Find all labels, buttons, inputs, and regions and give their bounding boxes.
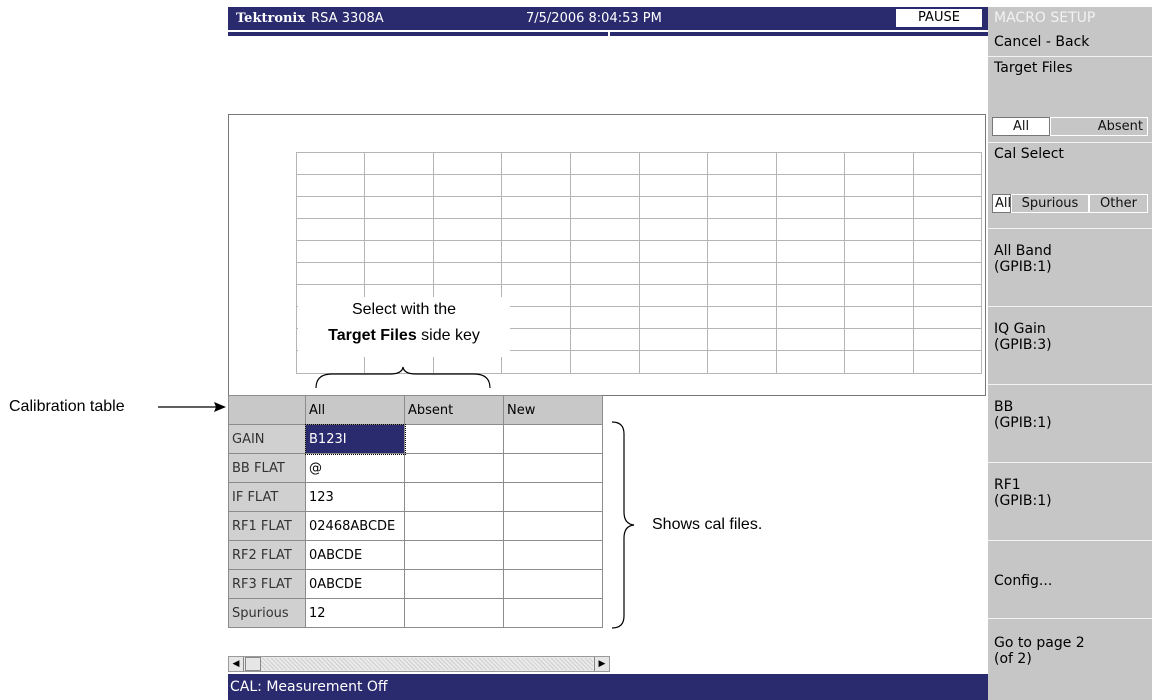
acquisition-progress <box>228 30 988 40</box>
key-line2: (of 2) <box>994 651 1032 667</box>
cal-select-label: Cal Select <box>994 146 1064 162</box>
annotation-shows-cal-files: Shows cal files. <box>652 516 763 533</box>
all-band-key[interactable]: All Band (GPIB:1) <box>988 229 1152 307</box>
target-files-options: All Absent <box>992 117 1148 136</box>
calibration-table: All Absent New GAIN B123I BB FLAT @ IF F… <box>228 395 603 628</box>
status-bar: CAL: Measurement Off <box>228 674 988 700</box>
table-cell[interactable] <box>503 424 603 454</box>
table-row: BB FLAT @ <box>228 453 603 483</box>
annotation-target-files: Select with the Target Files side key <box>298 297 510 357</box>
progress-right <box>610 32 988 36</box>
iq-gain-key[interactable]: IQ Gain (GPIB:3) <box>988 307 1152 385</box>
brand-name: Tektronix <box>236 11 306 26</box>
scroll-left-button[interactable]: ◀ <box>229 657 244 671</box>
table-row: IF FLAT 123 <box>228 482 603 512</box>
key-line1: Go to page 2 <box>994 635 1085 651</box>
table-cell[interactable] <box>404 482 504 512</box>
row-header: RF3 FLAT <box>228 569 306 599</box>
bb-key[interactable]: BB (GPIB:1) <box>988 385 1152 463</box>
row-header: RF2 FLAT <box>228 540 306 570</box>
key-line1: BB <box>994 399 1014 415</box>
progress-left <box>228 32 608 36</box>
key-line2: (GPIB:1) <box>994 415 1052 431</box>
table-header-row: All Absent New <box>228 395 603 425</box>
title-bar: Tektronix RSA 3308A 7/5/2006 8:04:53 PM P… <box>228 7 988 30</box>
table-cell[interactable] <box>503 569 603 599</box>
table-row: Spurious 12 <box>228 598 603 628</box>
column-header-new[interactable]: New <box>503 395 603 425</box>
scroll-right-button[interactable]: ▶ <box>594 657 609 671</box>
annotation-select-line2: Target Files side key <box>298 323 510 349</box>
table-row: RF1 FLAT 02468ABCDE <box>228 511 603 541</box>
instrument-brand: Tektronix RSA 3308A <box>236 11 384 26</box>
table-cell[interactable] <box>503 598 603 628</box>
table-corner-cell <box>228 395 306 425</box>
key-line2: (GPIB:3) <box>994 337 1052 353</box>
table-cell[interactable] <box>404 453 504 483</box>
cal-option-other[interactable]: Other <box>1089 194 1148 213</box>
table-cell[interactable]: 12 <box>305 598 405 628</box>
cal-option-all[interactable]: All <box>992 194 1011 213</box>
table-cell[interactable] <box>404 540 504 570</box>
cancel-back-button[interactable]: Cancel - Back <box>988 31 1152 57</box>
cal-select-key[interactable]: Cal Select <box>988 143 1152 229</box>
column-header-all[interactable]: All <box>305 395 405 425</box>
table-cell[interactable]: 02468ABCDE <box>305 511 405 541</box>
table-cell[interactable] <box>404 569 504 599</box>
scroll-thumb[interactable] <box>245 657 261 671</box>
key-line1: All Band <box>994 243 1052 259</box>
date-time: 7/5/2006 8:04:53 PM <box>526 11 662 26</box>
table-cell[interactable]: 0ABCDE <box>305 569 405 599</box>
table-cell[interactable]: 0ABCDE <box>305 540 405 570</box>
table-cell[interactable] <box>503 453 603 483</box>
annotation-bold-key: Target Files <box>328 327 417 344</box>
row-header: IF FLAT <box>228 482 306 512</box>
go-to-page-2-key[interactable]: Go to page 2 (of 2) <box>988 619 1152 700</box>
cal-select-options: All Spurious Other <box>992 194 1148 213</box>
table-cell[interactable] <box>503 540 603 570</box>
target-option-all[interactable]: All <box>992 117 1050 136</box>
row-header: RF1 FLAT <box>228 511 306 541</box>
column-header-absent[interactable]: Absent <box>404 395 504 425</box>
table-row: RF2 FLAT 0ABCDE <box>228 540 603 570</box>
key-line2: (GPIB:1) <box>994 259 1052 275</box>
row-header: Spurious <box>228 598 306 628</box>
scroll-track[interactable] <box>261 658 593 670</box>
right-brace <box>611 421 635 629</box>
key-line1: Config... <box>994 573 1053 589</box>
model-name: RSA 3308A <box>311 11 384 26</box>
horizontal-scrollbar[interactable]: ◀ ▶ <box>228 656 610 672</box>
cal-option-spurious[interactable]: Spurious <box>1011 194 1089 213</box>
annotation-select-line1: Select with the <box>351 301 457 318</box>
annotation-calibration-table: Calibration table <box>9 398 125 415</box>
key-line1: IQ Gain <box>994 321 1046 337</box>
target-files-label: Target Files <box>994 60 1073 76</box>
rf1-key[interactable]: RF1 (GPIB:1) <box>988 463 1152 541</box>
config-key[interactable]: Config... <box>988 541 1152 619</box>
side-menu: MACRO SETUP Cancel - Back Target Files A… <box>988 7 1152 700</box>
arrow-icon <box>158 402 226 412</box>
run-state-indicator[interactable]: PAUSE <box>896 9 982 27</box>
target-option-absent[interactable]: Absent <box>1050 117 1148 136</box>
table-cell[interactable] <box>503 511 603 541</box>
annotation-select-rest: side key <box>416 327 480 344</box>
table-cell[interactable] <box>404 424 504 454</box>
table-cell[interactable] <box>503 482 603 512</box>
table-row: GAIN B123I <box>228 423 603 455</box>
top-brace <box>315 366 491 389</box>
row-header: GAIN <box>228 424 306 454</box>
table-row: RF3 FLAT 0ABCDE <box>228 569 603 599</box>
table-cell[interactable]: @ <box>305 453 405 483</box>
row-header: BB FLAT <box>228 453 306 483</box>
table-cell[interactable] <box>404 511 504 541</box>
table-cell-selected[interactable]: B123I <box>304 423 406 455</box>
side-menu-title: MACRO SETUP <box>994 10 1096 26</box>
key-line2: (GPIB:1) <box>994 493 1052 509</box>
table-cell[interactable]: 123 <box>305 482 405 512</box>
table-cell[interactable] <box>404 598 504 628</box>
key-line1: RF1 <box>994 477 1021 493</box>
